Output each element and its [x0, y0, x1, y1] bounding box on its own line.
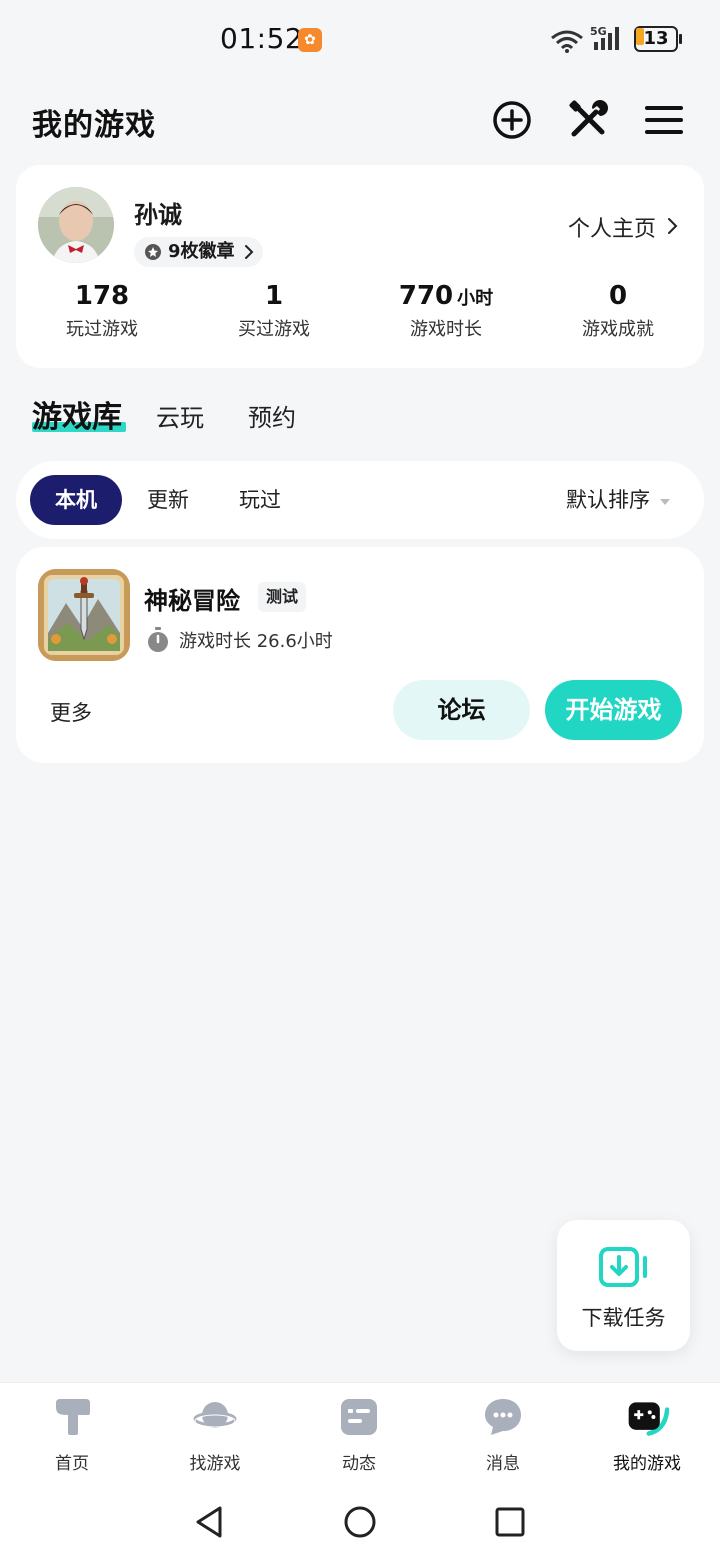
chip-local[interactable]: 本机 [30, 475, 122, 525]
nav-feed[interactable]: 动态 [299, 1395, 419, 1474]
status-bar: 01:52 ✿ 5G 13 [0, 0, 720, 80]
stat-label: 游戏时长 [410, 319, 482, 340]
caret-down-icon [660, 499, 670, 505]
nav-label: 我的游戏 [613, 1454, 681, 1474]
username: 孙诚 [134, 201, 182, 229]
stat-value: 0 [608, 281, 628, 311]
nav-label: 动态 [342, 1454, 376, 1474]
stat-unit: 小时 [457, 288, 494, 309]
stat-label: 买过游戏 [238, 319, 310, 340]
chevron-right-icon [244, 245, 253, 259]
sort-dropdown[interactable]: 默认排序 [566, 475, 670, 525]
nav-home[interactable]: 首页 [12, 1395, 132, 1474]
back-icon[interactable] [190, 1502, 230, 1542]
add-circle-icon[interactable] [490, 98, 534, 142]
stat-value: 1 [264, 281, 284, 311]
start-game-button[interactable]: 开始游戏 [545, 680, 682, 740]
download-icon [599, 1247, 647, 1287]
nav-discover[interactable]: 找游戏 [155, 1395, 275, 1474]
avatar[interactable] [38, 187, 114, 263]
nav-label: 找游戏 [189, 1454, 241, 1474]
stat-value: 178 [74, 281, 130, 311]
battery-level: 13 [643, 28, 669, 49]
wifi-icon [551, 30, 583, 53]
recents-icon[interactable] [490, 1502, 530, 1542]
sort-label: 默认排序 [566, 488, 650, 512]
badges-pill[interactable]: 9枚徽章 [134, 237, 263, 267]
chevron-right-icon [668, 218, 678, 234]
app-notification-icon: ✿ [298, 28, 322, 52]
nav-messages[interactable]: 消息 [443, 1395, 563, 1474]
tab-cloud[interactable]: 云玩 [156, 398, 204, 433]
badges-label: 9枚徽章 [168, 241, 235, 262]
message-icon [485, 1399, 521, 1435]
profile-card: 孙诚 9枚徽章 个人主页 178 玩过游戏 1 买过游戏 770 小时 游戏时长 … [16, 165, 704, 368]
gamepad-icon [628, 1402, 669, 1436]
stat-achievements[interactable]: 0 游戏成就 [532, 281, 704, 341]
download-tasks-label: 下载任务 [581, 1306, 666, 1330]
stat-bought[interactable]: 1 买过游戏 [188, 281, 360, 341]
battery-icon: 13 [634, 26, 682, 52]
menu-icon[interactable] [642, 98, 686, 142]
stat-value: 770 [398, 281, 454, 311]
system-nav-bar [0, 1482, 720, 1559]
stopwatch-icon [148, 627, 168, 652]
header: 我的游戏 [0, 90, 720, 150]
tab-reserve[interactable]: 预约 [248, 398, 296, 433]
test-tag: 测试 [258, 582, 307, 612]
svg-text:5G: 5G [590, 25, 607, 38]
page-title: 我的游戏 [32, 108, 156, 143]
profile-link-label: 个人主页 [567, 217, 656, 242]
stat-label: 游戏成就 [582, 319, 654, 340]
chip-update[interactable]: 更新 [128, 475, 208, 525]
forum-button[interactable]: 论坛 [393, 680, 530, 740]
bottom-nav: 首页 找游戏 动态 消息 我的游戏 [0, 1382, 720, 1482]
download-tasks-button[interactable]: 下载任务 [557, 1220, 690, 1351]
nav-label: 首页 [55, 1454, 89, 1474]
feed-icon [341, 1399, 377, 1435]
nav-label: 消息 [486, 1454, 520, 1474]
game-icon[interactable] [38, 569, 130, 661]
playtime-label: 游戏时长 26.6小时 [179, 631, 333, 652]
stat-played[interactable]: 178 玩过游戏 [16, 281, 188, 341]
game-name: 神秘冒险 [144, 587, 240, 615]
stat-label: 玩过游戏 [66, 319, 138, 340]
tools-icon[interactable] [566, 98, 610, 142]
stat-playtime[interactable]: 770 小时 游戏时长 [360, 281, 532, 341]
status-time: 01:52 [220, 22, 304, 55]
tab-library[interactable]: 游戏库 [32, 392, 122, 436]
game-card: 神秘冒险 测试 游戏时长 26.6小时 更多 论坛 开始游戏 [16, 547, 704, 763]
filter-bar: 本机 更新 玩过 默认排序 [16, 461, 704, 539]
nav-my-games[interactable]: 我的游戏 [587, 1395, 707, 1474]
planet-icon [193, 1402, 237, 1428]
profile-page-link[interactable]: 个人主页 [568, 211, 678, 243]
signal-icon: 5G [590, 25, 619, 50]
chip-played[interactable]: 玩过 [220, 475, 300, 525]
more-button[interactable]: 更多 [50, 697, 92, 727]
home-icon [56, 1399, 90, 1435]
medal-icon [145, 244, 161, 260]
home-button-icon[interactable] [340, 1502, 380, 1542]
